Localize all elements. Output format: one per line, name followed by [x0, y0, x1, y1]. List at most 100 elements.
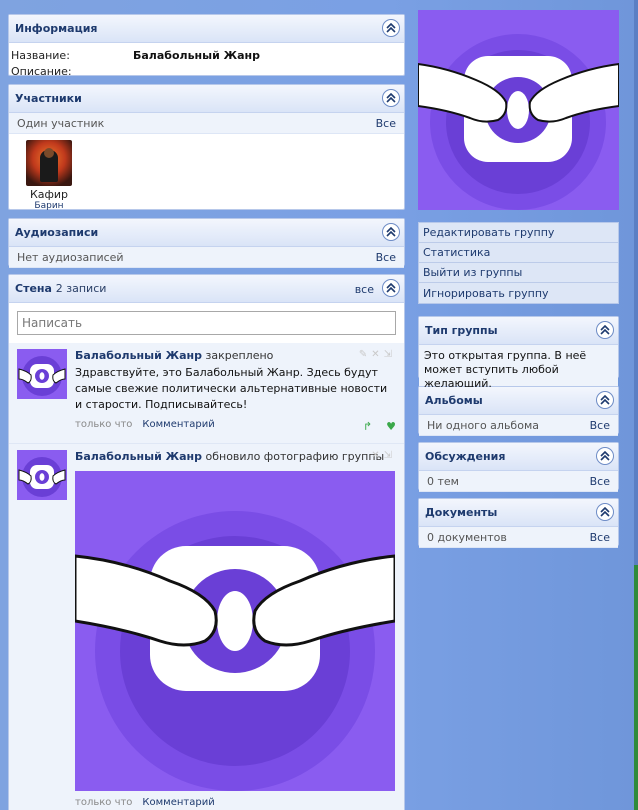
audio-panel-header: Аудиозаписи — [9, 219, 404, 247]
wall-panel: Стена 2 записи все Написать Балабольный … — [8, 274, 405, 810]
group-name: Балабольный Жанр — [133, 48, 260, 62]
pencil-icon[interactable]: ✎ — [359, 349, 371, 360]
menu-statistics[interactable]: Статистика — [419, 243, 618, 263]
documents-panel: Документы 0 документов Все — [418, 498, 619, 548]
discussions-panel: Обсуждения 0 тем Все — [418, 442, 619, 492]
menu-ignore-group[interactable]: Игнорировать группу — [419, 283, 618, 303]
wall-title-text: Стена — [15, 282, 52, 295]
post-text: Здравствуйте, это Балабольный Жанр. Здес… — [75, 366, 388, 411]
info-details: Название: Балабольный Жанр Описание: — [9, 43, 404, 81]
name-label: Название: — [11, 48, 70, 62]
audio-title: Аудиозаписи — [15, 226, 99, 239]
post-author[interactable]: Балабольный Жанр — [75, 349, 202, 362]
info-title: Информация — [15, 22, 98, 35]
discussions-all-link[interactable]: Все — [590, 475, 610, 488]
group-cover[interactable] — [418, 10, 619, 210]
post-action: закреплено — [205, 349, 274, 362]
post-tools: ✎✕⇲ — [359, 349, 396, 360]
group-type-header: Тип группы — [419, 317, 618, 345]
menu-leave-group[interactable]: Выйти из группы — [419, 263, 618, 283]
right-column: Редактировать группу Статистика Выйти из… — [418, 10, 619, 554]
post-comment-link[interactable]: Комментарий — [142, 419, 214, 430]
collapse-chevron-icon[interactable] — [596, 503, 614, 521]
collapse-chevron-icon[interactable] — [596, 391, 614, 409]
info-row-name: Название: Балабольный Жанр — [11, 47, 402, 63]
post-comment-link[interactable]: Комментарий — [142, 797, 214, 808]
post-meta: только что Комментарий — [75, 797, 396, 808]
collapse-chevron-icon[interactable] — [382, 89, 400, 107]
albums-all-link[interactable]: Все — [590, 419, 610, 432]
scroll-indicator — [634, 565, 638, 810]
heart-icon[interactable]: ♥ — [386, 420, 396, 433]
members-count-row: Один участник Все — [9, 113, 404, 134]
members-title: Участники — [15, 92, 82, 105]
collapse-chevron-icon[interactable] — [382, 223, 400, 241]
members-panel-header: Участники — [9, 85, 404, 113]
post-action: обновило фотографию группы — [205, 450, 385, 463]
pin-icon[interactable]: ⇲ — [384, 450, 396, 461]
wall-post: Балабольный Жанр обновило фотографию гру… — [9, 443, 404, 810]
albums-panel: Альбомы Ни одного альбома Все — [418, 386, 619, 436]
documents-row: 0 документов Все — [419, 527, 618, 548]
documents-header: Документы — [419, 499, 618, 527]
documents-empty: 0 документов — [427, 530, 507, 544]
wall-count: 2 записи — [55, 282, 107, 295]
post-meta: только что Комментарий — [75, 419, 396, 430]
post-time[interactable]: только что — [75, 797, 132, 808]
group-actions-menu: Редактировать группу Статистика Выйти из… — [418, 222, 619, 304]
group-page: Информация Название: Балабольный Жанр Оп… — [0, 0, 638, 810]
members-panel: Участники Один участник Все Кафир Барин — [8, 84, 405, 211]
audio-empty: Нет аудиозаписей — [17, 250, 124, 264]
avatar[interactable] — [26, 140, 72, 186]
member-card[interactable]: Кафир Барин — [19, 134, 79, 215]
share-icon[interactable]: ↱ — [363, 420, 372, 433]
post-time[interactable]: только что — [75, 419, 132, 430]
group-type-title: Тип группы — [425, 324, 498, 337]
group-type-panel: Тип группы Это открытая группа. В неё мо… — [418, 316, 619, 395]
window-edge — [634, 0, 638, 810]
post-reactions: ↱ ♥ — [363, 420, 396, 433]
close-icon[interactable]: ✕ — [371, 349, 383, 360]
discussions-header: Обсуждения — [419, 443, 618, 471]
wall-panel-header: Стена 2 записи все — [9, 275, 404, 303]
wall-title: Стена 2 записи — [15, 282, 106, 295]
collapse-chevron-icon[interactable] — [596, 447, 614, 465]
audio-row: Нет аудиозаписей Все — [9, 247, 404, 268]
post-author-avatar[interactable] — [17, 349, 67, 399]
wall-post: Балабольный Жанр закреплено Здравствуйте… — [9, 343, 404, 443]
discussions-empty: 0 тем — [427, 474, 459, 488]
post-author[interactable]: Балабольный Жанр — [75, 450, 202, 463]
menu-edit-group[interactable]: Редактировать группу — [419, 223, 618, 243]
post-tools: ✕⇲ — [371, 450, 396, 461]
discussions-row: 0 тем Все — [419, 471, 618, 492]
info-panel: Информация Название: Балабольный Жанр Оп… — [8, 14, 405, 78]
description-label: Описание: — [11, 64, 72, 78]
documents-title: Документы — [425, 506, 498, 519]
wall-all-link[interactable]: все — [355, 283, 374, 296]
albums-title: Альбомы — [425, 394, 483, 407]
info-row-description: Описание: — [11, 63, 402, 79]
collapse-chevron-icon[interactable] — [596, 321, 614, 339]
documents-all-link[interactable]: Все — [590, 531, 610, 544]
albums-empty: Ни одного альбома — [427, 418, 539, 432]
audio-panel: Аудиозаписи Нет аудиозаписей Все — [8, 218, 405, 268]
pin-icon[interactable]: ⇲ — [384, 349, 396, 360]
audio-all-link[interactable]: Все — [376, 251, 396, 264]
wall-post-input[interactable]: Написать — [17, 311, 396, 335]
post-body: Балабольный Жанр закреплено Здравствуйте… — [75, 349, 396, 437]
collapse-chevron-icon[interactable] — [382, 279, 400, 297]
member-subtitle: Барин — [34, 201, 64, 211]
members-all-link[interactable]: Все — [376, 117, 396, 130]
post-body: Балабольный Жанр обновило фотографию гру… — [75, 450, 396, 810]
left-column: Информация Название: Балабольный Жанр Оп… — [8, 14, 405, 810]
members-count: Один участник — [17, 116, 105, 130]
albums-header: Альбомы — [419, 387, 618, 415]
post-author-avatar[interactable] — [17, 450, 67, 500]
close-icon[interactable]: ✕ — [371, 450, 383, 461]
member-name[interactable]: Кафир — [19, 188, 79, 201]
albums-row: Ни одного альбома Все — [419, 415, 618, 436]
info-panel-header: Информация — [9, 15, 404, 43]
discussions-title: Обсуждения — [425, 450, 506, 463]
post-photo[interactable] — [75, 471, 395, 791]
collapse-chevron-icon[interactable] — [382, 19, 400, 37]
